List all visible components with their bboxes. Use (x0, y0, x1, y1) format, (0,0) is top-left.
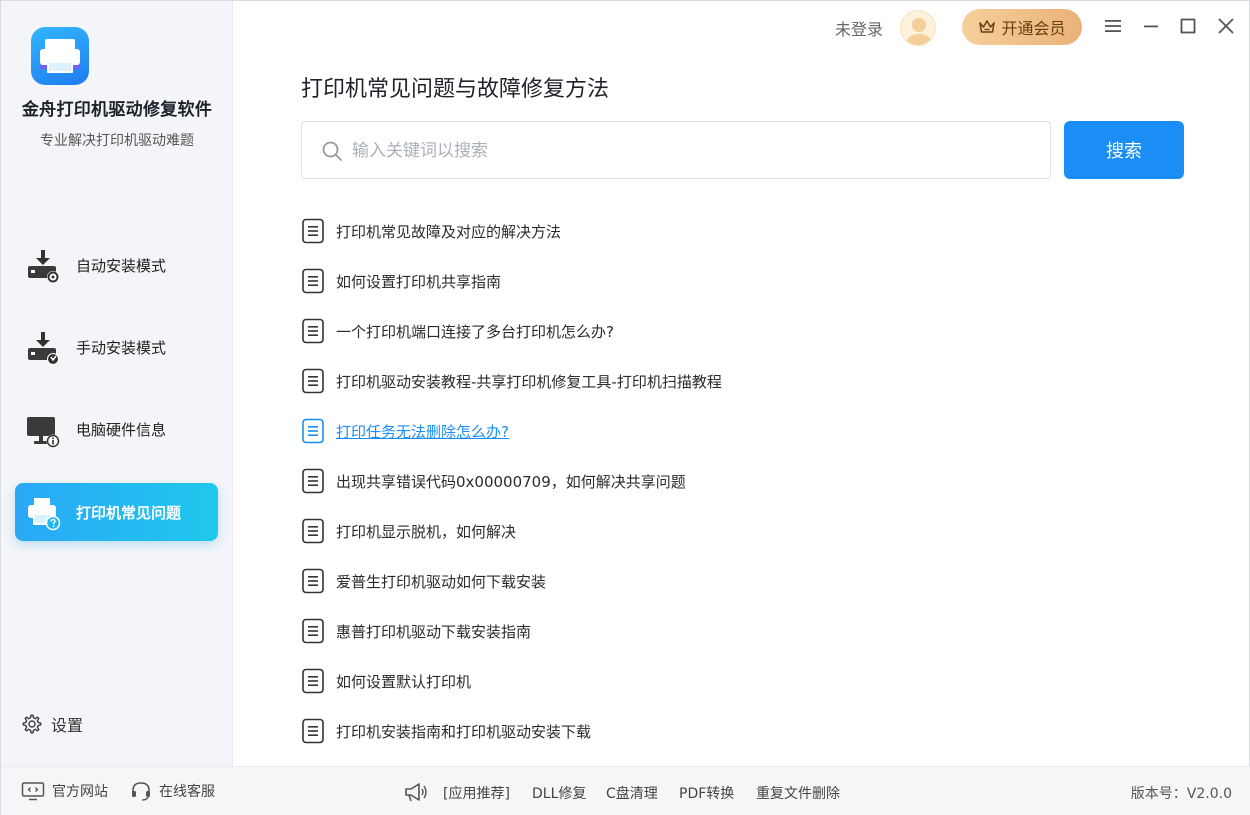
hardware-info-icon (27, 417, 60, 448)
footer: 官方网站 在线客服 [应用推荐] DLL修复 C盘清理 PDF转换 重复文件删除… (1, 766, 1250, 815)
faq-item-text: 如何设置打印机共享指南 (336, 272, 502, 291)
user-avatar-icon (906, 18, 932, 45)
faq-item-text: 爱普生打印机驱动如何下载安装 (336, 572, 547, 591)
app-recommend-label: [应用推荐] (443, 786, 510, 802)
faq-item[interactable]: 打印机常见故障及对应的解决方法 (301, 206, 1181, 256)
sidebar-item-hardware-info[interactable]: 电脑硬件信息 (15, 400, 218, 458)
faq-item[interactable]: 一个打印机端口连接了多台打印机怎么办? (301, 306, 1181, 356)
vip-label: 开通会员 (1001, 19, 1066, 38)
app-slogan: 专业解决打印机驱动难题 (40, 133, 194, 149)
settings-button[interactable]: 设置 (21, 711, 83, 737)
headset-icon (132, 782, 150, 801)
version-label: 版本号：V2.0.0 (1130, 786, 1232, 802)
document-icon (302, 418, 324, 444)
footer-app-duplicate[interactable]: 重复文件删除 (756, 783, 840, 803)
document-icon (302, 618, 324, 644)
faq-item[interactable]: 打印机驱动安装教程-共享打印机修复工具-打印机扫描教程 (301, 356, 1181, 406)
maximize-icon[interactable] (1177, 15, 1199, 37)
faq-item-text: 打印机常见故障及对应的解决方法 (336, 222, 562, 241)
settings-label: 设置 (51, 716, 84, 735)
faq-item-text: 惠普打印机驱动下载安装指南 (336, 622, 532, 641)
faq-item-text: 一个打印机端口连接了多台打印机怎么办? (336, 322, 614, 341)
footer-app-cleanup[interactable]: C盘清理 (606, 783, 658, 803)
faq-item[interactable]: 如何设置打印机共享指南 (301, 256, 1181, 306)
auto-install-icon (28, 250, 59, 283)
sidebar-item-label: 自动安装模式 (76, 257, 167, 275)
faq-item-text: 打印任务无法删除怎么办? (336, 422, 509, 441)
faq-item-text: 打印机安装指南和打印机驱动安装下载 (336, 722, 592, 741)
faq-item[interactable]: 出现共享错误代码0x00000709，如何解决共享问题 (301, 456, 1181, 506)
search-icon (322, 141, 342, 161)
minimize-icon[interactable] (1140, 15, 1162, 37)
online-service-link[interactable]: 在线客服 (130, 781, 215, 801)
document-icon (302, 468, 324, 494)
sidebar-item-label: 电脑硬件信息 (76, 421, 167, 439)
document-icon (302, 668, 324, 694)
document-icon (302, 218, 324, 244)
megaphone-icon (405, 783, 427, 802)
website-icon (21, 782, 45, 801)
avatar[interactable] (900, 10, 936, 46)
sidebar-item-label: 打印机常见问题 (76, 504, 182, 522)
page-title: 打印机常见问题与故障修复方法 (301, 77, 610, 102)
faq-item[interactable]: 打印任务无法删除怎么办? (301, 406, 1181, 456)
official-site-link[interactable]: 官方网站 (21, 781, 108, 801)
printer-faq-icon (28, 498, 61, 531)
close-icon[interactable] (1215, 15, 1237, 37)
search-button[interactable]: 搜索 (1064, 121, 1184, 179)
document-icon (302, 518, 324, 544)
faq-item[interactable]: 爱普生打印机驱动如何下载安装 (301, 556, 1181, 606)
footer-app-dll[interactable]: DLL修复 (532, 783, 586, 803)
document-icon (302, 368, 324, 394)
gear-icon (22, 714, 42, 734)
faq-list: 打印机常见故障及对应的解决方法 如何设置打印机共享指南一个打印机端口连接了多台打印… (301, 206, 1181, 756)
faq-item[interactable]: 惠普打印机驱动下载安装指南 (301, 606, 1181, 656)
faq-item[interactable]: 打印机显示脱机，如何解决 (301, 506, 1181, 556)
sidebar-item-printer-faq[interactable]: 打印机常见问题 (15, 483, 218, 541)
search-input[interactable] (352, 134, 1032, 168)
manual-install-icon (28, 332, 59, 365)
faq-item-text: 打印机驱动安装教程-共享打印机修复工具-打印机扫描教程 (336, 372, 722, 391)
sidebar-item-auto-install[interactable]: 自动安装模式 (15, 236, 218, 294)
vip-button[interactable]: 开通会员 (962, 9, 1082, 45)
document-icon (302, 568, 324, 594)
app-logo-icon (31, 27, 89, 85)
crown-icon (979, 20, 996, 33)
menu-icon[interactable] (1102, 15, 1124, 37)
app-name: 金舟打印机驱动修复软件 (21, 100, 213, 120)
document-icon (302, 718, 324, 744)
faq-item-text: 出现共享错误代码0x00000709，如何解决共享问题 (336, 472, 686, 491)
sidebar: 金舟打印机驱动修复软件 专业解决打印机驱动难题 自动安装模式 手动安装模式 电脑… (1, 1, 233, 766)
sidebar-item-label: 手动安装模式 (76, 339, 167, 357)
faq-item-text: 如何设置默认打印机 (336, 672, 472, 691)
document-icon (302, 318, 324, 344)
sidebar-item-manual-install[interactable]: 手动安装模式 (15, 318, 218, 376)
faq-item[interactable]: 打印机安装指南和打印机驱动安装下载 (301, 706, 1181, 756)
online-service-label: 在线客服 (159, 784, 215, 800)
search-box (301, 121, 1051, 179)
document-icon (302, 268, 324, 294)
footer-app-pdf[interactable]: PDF转换 (679, 783, 734, 803)
login-status[interactable]: 未登录 (835, 16, 883, 40)
app-window: 金舟打印机驱动修复软件 专业解决打印机驱动难题 自动安装模式 手动安装模式 电脑… (0, 0, 1250, 815)
faq-item[interactable]: 如何设置默认打印机 (301, 656, 1181, 706)
official-site-label: 官方网站 (52, 784, 108, 800)
faq-item-text: 打印机显示脱机，如何解决 (336, 522, 517, 541)
